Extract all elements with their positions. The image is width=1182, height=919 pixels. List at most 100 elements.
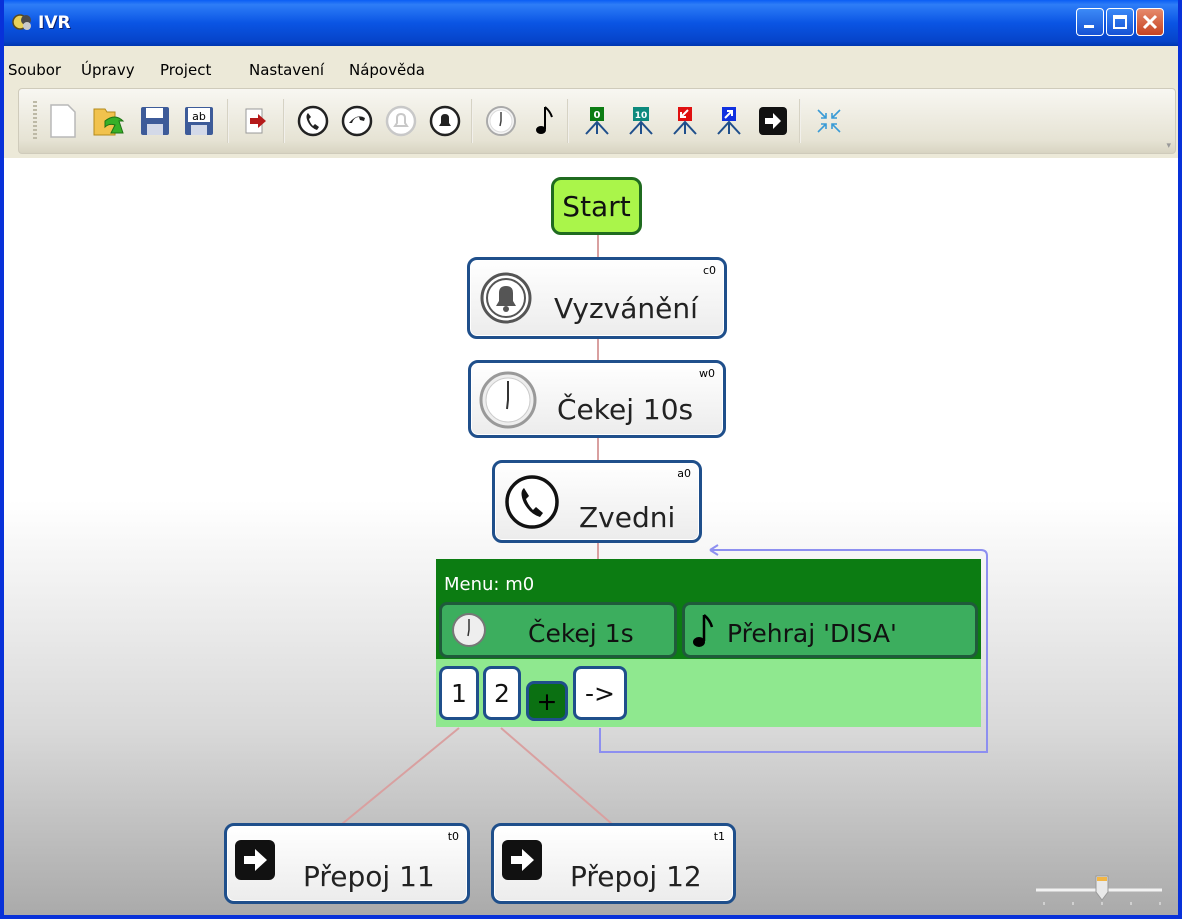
key-2-button[interactable]: 2 [483, 666, 521, 720]
bell-icon [429, 105, 461, 137]
zoom-slider[interactable] [1034, 868, 1164, 908]
menu-node[interactable]: Menu: m0 Čekej 1s Přehraj 'DISA' 1 2 + -… [436, 559, 981, 727]
answer-button[interactable] [293, 99, 333, 143]
app-logo-icon [12, 14, 31, 30]
menu-item-label: Čekej 1s [528, 619, 634, 648]
connector-line [500, 727, 613, 825]
next-key-button[interactable]: -> [573, 666, 627, 720]
zoom-ticks [1043, 902, 1161, 905]
menu-project[interactable]: Project [160, 61, 211, 79]
toolbar-separator [227, 99, 229, 143]
menu-napoveda[interactable]: Nápověda [349, 61, 425, 79]
node-label: Zvedni [579, 501, 676, 534]
menu-nastaveni[interactable]: Nastavení [249, 61, 324, 79]
svg-text:10: 10 [635, 111, 648, 121]
node-label: Přepoj 12 [570, 860, 702, 893]
node-id: w0 [699, 367, 715, 380]
transfer-icon [759, 107, 787, 135]
transfer-node[interactable]: Přepoj 12 t1 [491, 823, 736, 904]
bell-disabled-icon [385, 105, 417, 137]
ring-node[interactable]: Vyzvánění c0 [467, 257, 727, 339]
save-icon [141, 107, 169, 135]
menu-soubor[interactable]: Soubor [8, 61, 61, 79]
collapse-icon [817, 109, 841, 133]
menu-in-icon [673, 107, 697, 135]
maximize-button[interactable] [1106, 8, 1134, 36]
exit-button[interactable] [237, 99, 277, 143]
menu-out-button[interactable] [709, 99, 749, 143]
collapse-button[interactable] [809, 99, 849, 143]
menu-title: Menu: m0 [444, 574, 535, 595]
close-icon [1142, 14, 1158, 30]
node-label: Čekej 10s [557, 393, 694, 426]
phone-hangup-icon [341, 105, 373, 137]
menu-wait-item[interactable]: Čekej 1s [439, 602, 677, 658]
toolbar: ab 0 10 ▾ [18, 88, 1176, 154]
menu-0-button[interactable]: 0 [577, 99, 617, 143]
toolbar-grip[interactable] [33, 101, 37, 141]
key-1-button[interactable]: 1 [439, 666, 479, 720]
svg-text:ab: ab [192, 110, 206, 123]
bell-icon [480, 272, 532, 324]
clock-icon [479, 371, 537, 429]
minimize-button[interactable] [1076, 8, 1104, 36]
transfer-button[interactable] [753, 99, 793, 143]
phone-answer-icon [505, 475, 559, 529]
node-id: c0 [702, 264, 716, 277]
menu-play-item[interactable]: Přehraj 'DISA' [682, 602, 978, 658]
menu-10-button[interactable]: 10 [621, 99, 661, 143]
wait-node[interactable]: Čekej 10s w0 [468, 360, 726, 438]
play-button[interactable] [525, 99, 565, 143]
wait-button[interactable] [481, 99, 521, 143]
open-button[interactable] [89, 99, 129, 143]
music-note-icon [536, 106, 553, 134]
menu-10-icon: 10 [629, 107, 653, 135]
exit-icon [245, 108, 266, 134]
menu-out-icon [717, 107, 741, 135]
transfer-node[interactable]: Přepoj 11 t0 [224, 823, 470, 904]
toolbar-separator [471, 99, 473, 143]
node-label: Přepoj 11 [303, 860, 435, 893]
hangup-button[interactable] [337, 99, 377, 143]
maximize-icon [1113, 15, 1127, 29]
svg-text:0: 0 [594, 110, 601, 121]
new-button[interactable] [43, 99, 83, 143]
ring-disabled-button[interactable] [381, 99, 421, 143]
new-document-icon [50, 104, 76, 138]
title-bar[interactable]: IVR [4, 0, 1178, 46]
node-id: t0 [447, 830, 459, 843]
node-id: t1 [713, 830, 725, 843]
toolbar-separator [799, 99, 801, 143]
window-title: IVR [38, 13, 71, 33]
node-id: a0 [677, 467, 691, 480]
connector-line [341, 727, 460, 825]
menu-in-button[interactable] [665, 99, 705, 143]
toolbar-separator [567, 99, 569, 143]
ring-button[interactable] [425, 99, 465, 143]
flow-canvas[interactable]: Start Vyzvánění c0 Čekej 10s w0 Zvedni a… [4, 158, 1178, 915]
open-folder-icon [93, 108, 125, 136]
start-node[interactable]: Start [551, 177, 642, 235]
add-key-button[interactable]: + [526, 681, 568, 721]
menu-item-label: Přehraj 'DISA' [727, 619, 897, 648]
music-note-icon [693, 614, 714, 647]
close-button[interactable] [1136, 8, 1164, 36]
phone-answer-icon [297, 105, 329, 137]
zoom-thumb[interactable] [1095, 875, 1109, 901]
menu-keys-area: 1 2 + -> [436, 659, 981, 727]
transfer-icon [235, 840, 275, 880]
menu-0-icon: 0 [585, 107, 609, 135]
clock-icon [486, 106, 516, 136]
toolbar-separator [283, 99, 285, 143]
menu-bar: Soubor Úpravy Project Nastavení Nápověda [4, 46, 1178, 86]
transfer-icon [502, 840, 542, 880]
answer-node[interactable]: Zvedni a0 [492, 460, 702, 543]
menu-upravy[interactable]: Úpravy [81, 61, 135, 79]
save-as-button[interactable]: ab [179, 99, 219, 143]
save-button[interactable] [135, 99, 175, 143]
minimize-icon [1084, 25, 1094, 28]
toolbar-overflow-icon[interactable]: ▾ [1166, 141, 1171, 151]
node-label: Vyzvánění [554, 292, 698, 325]
clock-icon [452, 613, 486, 647]
save-as-icon: ab [185, 107, 213, 135]
